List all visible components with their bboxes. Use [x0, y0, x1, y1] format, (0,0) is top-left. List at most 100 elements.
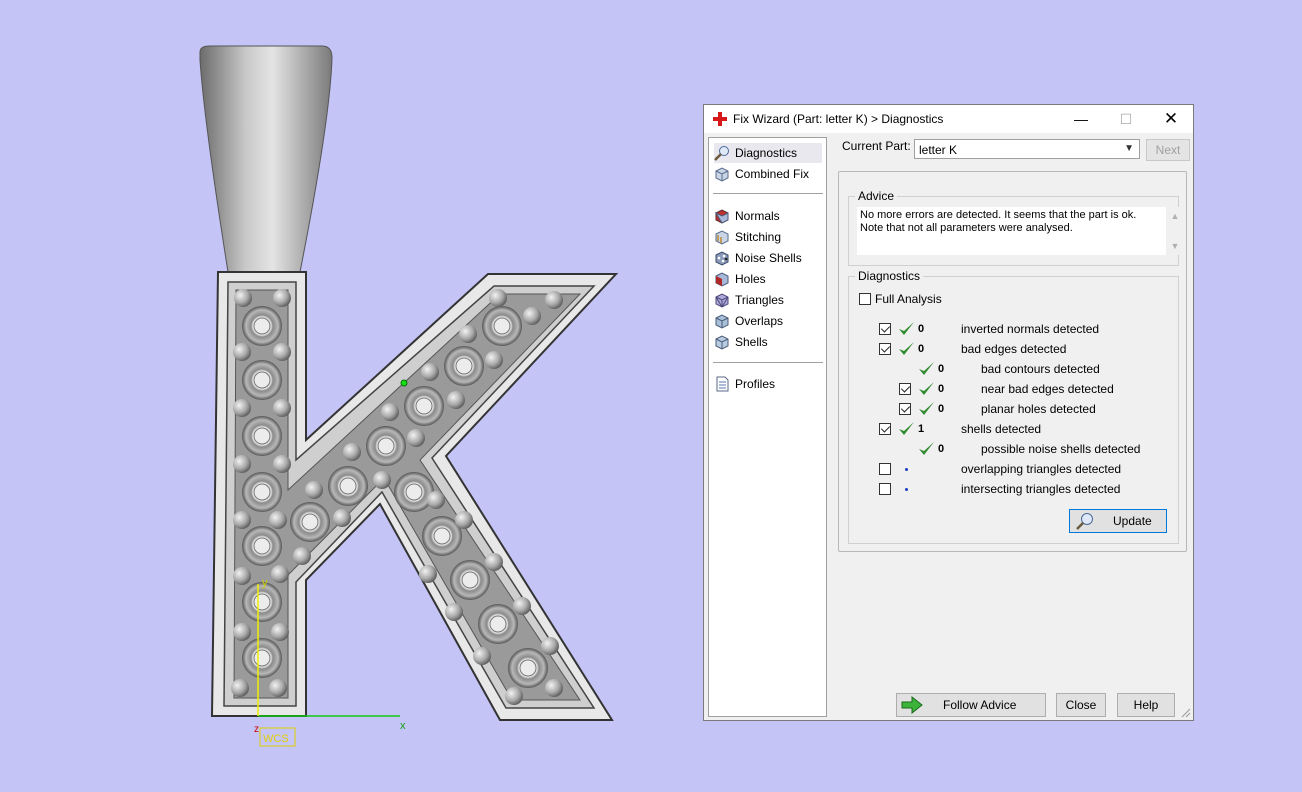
magnifier-icon	[1076, 513, 1093, 530]
nav-label: Combined Fix	[735, 167, 810, 181]
nav-label: Diagnostics	[735, 146, 798, 160]
check-icon	[899, 322, 914, 335]
nav-separator	[713, 362, 823, 363]
shells-checkbox[interactable]	[879, 423, 891, 435]
nav-label: Holes	[735, 272, 766, 286]
noise-shells-count: 0	[938, 443, 945, 455]
resize-grip-icon[interactable]	[1181, 708, 1191, 718]
magnifier-icon	[714, 146, 729, 161]
near-bad-edges-count: 0	[938, 383, 945, 395]
nav-separator	[713, 193, 823, 194]
nav-label: Shells	[735, 335, 768, 349]
shells-count: 1	[918, 423, 925, 435]
nav-item-holes[interactable]: Holes	[714, 269, 822, 289]
pending-dot-icon	[905, 488, 908, 491]
advice-label: Advice	[855, 189, 898, 203]
minimize-button[interactable]: —	[1059, 105, 1103, 133]
fix-steps-list: Diagnostics Combined Fix Normals Stitchi…	[708, 137, 827, 717]
update-button[interactable]: Update	[1069, 509, 1167, 533]
overlapping-triangles-checkbox[interactable]	[879, 463, 891, 475]
update-label: Update	[1113, 514, 1152, 528]
full-analysis-label: Full Analysis	[875, 292, 942, 306]
bad-edges-count: 0	[918, 343, 925, 355]
check-icon	[899, 342, 914, 355]
planar-holes-label: planar holes detected	[981, 402, 1096, 416]
pick-point	[400, 379, 408, 387]
next-button[interactable]: Next	[1146, 139, 1190, 161]
advice-line-2: Note that not all parameters were analys…	[860, 222, 1073, 234]
inverted-normals-count: 0	[918, 323, 925, 335]
diagnostics-panel: Advice No more errors are detected. It s…	[838, 171, 1187, 552]
intersecting-triangles-checkbox[interactable]	[879, 483, 891, 495]
overlaps-cube-icon	[715, 314, 729, 329]
nav-label: Profiles	[735, 377, 776, 391]
nav-label: Normals	[735, 209, 780, 223]
inverted-normals-label: inverted normals detected	[961, 322, 1100, 336]
inverted-normals-checkbox[interactable]	[879, 323, 891, 335]
follow-advice-button[interactable]: Follow Advice	[896, 693, 1046, 717]
stitching-cube-icon	[715, 230, 729, 245]
fix-wizard-dialog: Fix Wizard (Part: letter K) > Diagnostic…	[703, 104, 1194, 721]
check-icon	[919, 442, 934, 455]
z-axis-label: z	[254, 724, 259, 735]
bad-contours-label: bad contours detected	[981, 362, 1100, 376]
wcs-label: WCS	[263, 733, 289, 745]
nav-item-normals[interactable]: Normals	[714, 206, 822, 226]
triangles-cube-icon	[715, 293, 729, 308]
diagnostics-group: Diagnostics Full Analysis 0 inverted nor…	[848, 269, 1179, 544]
nav-item-stitching[interactable]: Stitching	[714, 227, 822, 247]
current-part-value: letter K	[919, 143, 958, 157]
bad-edges-checkbox[interactable]	[879, 343, 891, 355]
nav-label: Stitching	[735, 230, 782, 244]
nav-label: Noise Shells	[735, 251, 802, 265]
nav-item-overlaps[interactable]: Overlaps	[714, 311, 822, 331]
3d-viewport[interactable]: x y z WCS	[0, 0, 700, 792]
check-icon	[919, 362, 934, 375]
check-icon	[899, 422, 914, 435]
nav-item-diagnostics[interactable]: Diagnostics	[714, 143, 822, 163]
check-icon	[919, 382, 934, 395]
nav-label: Triangles	[735, 293, 784, 307]
title-bar[interactable]: Fix Wizard (Part: letter K) > Diagnostic…	[704, 105, 1193, 133]
bad-contours-count: 0	[938, 363, 945, 375]
planar-holes-count: 0	[938, 403, 945, 415]
near-bad-edges-checkbox[interactable]	[899, 383, 911, 395]
nav-item-profiles[interactable]: Profiles	[714, 374, 822, 394]
y-axis-label: y	[262, 577, 268, 589]
follow-advice-label: Follow Advice	[943, 698, 1017, 712]
current-part-select[interactable]: letter K ▼	[914, 139, 1140, 159]
shells-label: shells detected	[961, 422, 1042, 436]
shells-cube-icon	[715, 335, 729, 350]
nav-item-shells[interactable]: Shells	[714, 332, 822, 352]
green-arrow-icon	[901, 696, 923, 714]
advice-scrollbar[interactable]: ▲ ▼	[1168, 207, 1182, 255]
close-button[interactable]: Close	[1056, 693, 1106, 717]
letter-k-model: x y z WCS	[199, 45, 619, 747]
close-window-button[interactable]: ✕	[1149, 105, 1193, 133]
document-icon	[716, 376, 729, 392]
current-part-label: Current Part:	[842, 139, 911, 153]
maximize-button[interactable]: ☐	[1104, 105, 1148, 133]
holes-cube-icon	[715, 272, 729, 287]
nav-item-noise-shells[interactable]: Noise Shells	[714, 248, 822, 268]
full-analysis-checkbox[interactable]	[859, 293, 871, 305]
noise-shells-icon	[715, 251, 729, 266]
intersecting-triangles-label: intersecting triangles detected	[961, 482, 1121, 496]
nav-item-triangles[interactable]: Triangles	[714, 290, 822, 310]
help-button[interactable]: Help	[1117, 693, 1175, 717]
planar-holes-checkbox[interactable]	[899, 403, 911, 415]
red-cross-icon	[713, 112, 727, 126]
dialog-title: Fix Wizard (Part: letter K) > Diagnostic…	[733, 112, 944, 126]
normals-cube-icon	[714, 209, 729, 224]
nav-label: Overlaps	[735, 314, 784, 328]
advice-line-1: No more errors are detected. It seems th…	[860, 209, 1137, 221]
advice-group: Advice No more errors are detected. It s…	[848, 189, 1182, 266]
bad-edges-label: bad edges detected	[961, 342, 1067, 356]
cube-icon	[715, 167, 729, 182]
check-icon	[919, 402, 934, 415]
nav-item-combined-fix[interactable]: Combined Fix	[714, 164, 822, 184]
diagnostics-label: Diagnostics	[855, 269, 924, 283]
x-axis-label: x	[400, 720, 406, 732]
overlapping-triangles-label: overlapping triangles detected	[961, 462, 1122, 476]
near-bad-edges-label: near bad edges detected	[981, 382, 1114, 396]
